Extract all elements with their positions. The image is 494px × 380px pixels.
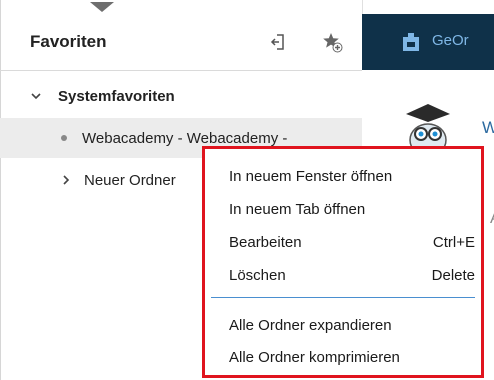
menu-item-collapse-all[interactable]: Alle Ordner komprimieren [229,342,475,372]
add-favorite-star-icon[interactable] [320,30,344,54]
tree-item-systemfavoriten[interactable]: Systemfavoriten [0,76,362,116]
menu-item-delete[interactable]: Löschen Delete [229,260,475,290]
menu-item-label: Alle Ordner komprimieren [229,348,400,366]
menu-item-label: In neuem Tab öffnen [229,200,366,218]
app-body-text: A [490,210,494,228]
context-menu: In neuem Fenster öffnen In neuem Tab öff… [202,146,484,378]
add-favorite-folder-icon[interactable] [266,30,290,54]
menu-item-open-new-window[interactable]: In neuem Fenster öffnen [229,161,475,191]
tree-item-label: Systemfavoriten [58,87,175,105]
app-body-text: W [482,118,494,137]
favorites-header: Favoriten [0,14,362,71]
menu-item-shortcut: Delete [431,266,475,284]
tree-item-label: Neuer Ordner [84,171,176,189]
favorites-title: Favoriten [30,32,107,51]
popover-pointer [90,2,114,12]
menu-item-open-new-tab[interactable]: In neuem Tab öffnen [229,194,475,224]
folder-exit-icon [270,34,284,50]
app-logo-icon [400,31,422,58]
menu-item-label: Bearbeiten [229,233,302,251]
chevron-down-icon[interactable] [26,86,46,106]
menu-item-shortcut: Ctrl+E [432,233,475,251]
menu-item-edit[interactable]: Bearbeiten Ctrl+E [229,227,475,257]
app-header: GeOr [362,14,494,70]
menu-item-label: Löschen [229,266,286,284]
chevron-right-icon[interactable] [56,170,76,190]
menu-item-expand-all[interactable]: Alle Ordner expandieren [229,310,475,340]
menu-item-label: Alle Ordner expandieren [229,316,392,334]
star-plus-icon [323,33,343,53]
menu-item-label: In neuem Fenster öffnen [229,167,393,185]
menu-separator [211,297,475,298]
tree-item-label: Webacademy - Webacademy - [82,129,288,147]
bullet-icon [61,135,67,141]
app-title[interactable]: GeOr [432,32,469,49]
